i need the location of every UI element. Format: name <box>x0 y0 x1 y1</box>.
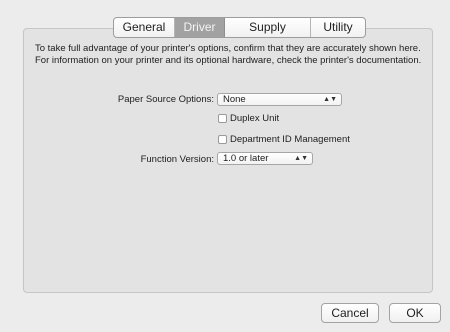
duplex-unit-row[interactable]: Duplex Unit <box>218 113 279 124</box>
tab-supply-levels[interactable]: Supply Levels <box>225 18 311 37</box>
tab-utility[interactable]: Utility <box>311 18 365 37</box>
duplex-unit-checkbox[interactable] <box>218 114 227 123</box>
cancel-button[interactable]: Cancel <box>321 303 379 323</box>
department-id-label: Department ID Management <box>230 134 350 145</box>
paper-source-value: None <box>223 94 246 105</box>
department-id-row[interactable]: Department ID Management <box>218 134 350 145</box>
tab-bar: General Driver Supply Levels Utility <box>113 17 366 38</box>
paper-source-popup[interactable]: None ▲▼ <box>217 93 342 106</box>
function-version-popup[interactable]: 1.0 or later ▲▼ <box>217 152 313 165</box>
up-down-chevron-icon: ▲▼ <box>323 96 337 103</box>
tab-general[interactable]: General <box>114 18 175 37</box>
function-version-value: 1.0 or later <box>223 153 269 164</box>
duplex-unit-label: Duplex Unit <box>230 113 280 124</box>
department-id-checkbox[interactable] <box>218 135 227 144</box>
function-version-label: Function Version: <box>140 154 214 165</box>
ok-button[interactable]: OK <box>389 303 441 323</box>
paper-source-label: Paper Source Options: <box>117 94 214 105</box>
description-text: To take full advantage of your printer's… <box>35 43 422 66</box>
tab-driver[interactable]: Driver <box>175 18 225 37</box>
up-down-chevron-icon: ▲▼ <box>294 155 308 162</box>
